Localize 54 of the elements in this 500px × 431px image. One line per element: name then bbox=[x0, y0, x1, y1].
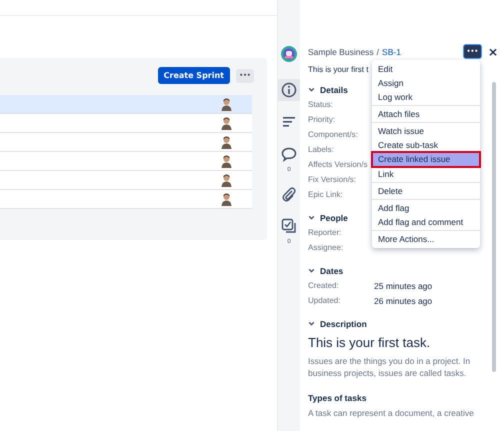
chevron-icon[interactable] bbox=[308, 86, 315, 93]
description-subheading: Types of tasks bbox=[308, 393, 368, 403]
avatar-icon bbox=[221, 174, 232, 186]
field-label: Priority: bbox=[308, 115, 336, 124]
menu-item[interactable]: Watch issue bbox=[372, 124, 480, 138]
close-button[interactable]: × bbox=[486, 46, 500, 58]
create-sprint-button[interactable]: Create Sprint bbox=[158, 67, 230, 84]
field-label: Status: bbox=[308, 100, 334, 109]
comment-icon[interactable] bbox=[281, 146, 297, 162]
field-value: 26 minutes ago bbox=[374, 296, 432, 306]
chevron-icon[interactable] bbox=[308, 214, 315, 221]
description-heading: This is your first task. bbox=[308, 335, 432, 350]
description-text: A task can represent a document, a creative bbox=[308, 408, 475, 418]
menu-item[interactable]: Link bbox=[372, 167, 480, 181]
section-title[interactable]: People bbox=[320, 212, 348, 222]
section-title[interactable]: Dates bbox=[320, 266, 344, 276]
checkbox-stack-icon[interactable] bbox=[281, 218, 297, 234]
menu-item[interactable]: Add flag bbox=[372, 201, 480, 215]
project-avatar-icon[interactable] bbox=[281, 46, 297, 62]
menu-item[interactable]: Edit bbox=[372, 62, 480, 76]
menu-item[interactable]: Delete bbox=[372, 184, 480, 198]
issue-key-link[interactable]: SB-1 bbox=[382, 46, 401, 56]
field-label: Component/s: bbox=[308, 130, 359, 139]
field-label: Reporter: bbox=[308, 228, 342, 237]
avatar-icon bbox=[221, 192, 232, 206]
menu-item[interactable]: Log work bbox=[372, 90, 480, 104]
menu-item[interactable]: Create linked issue bbox=[372, 152, 480, 167]
field-label: Fix Version/s: bbox=[308, 175, 358, 184]
menu-item[interactable]: Attach files bbox=[372, 107, 480, 121]
avatar-icon bbox=[221, 136, 232, 148]
menu-item[interactable]: Create sub-task bbox=[372, 138, 480, 152]
field-label: Created: bbox=[308, 281, 340, 290]
menu-item[interactable]: Add flag and comment bbox=[372, 215, 480, 229]
menu-item[interactable]: More Actions... bbox=[372, 232, 480, 246]
field-label: Labels: bbox=[308, 145, 335, 154]
scrollbar[interactable] bbox=[492, 82, 496, 372]
project-link[interactable]: Sample Business bbox=[308, 46, 374, 56]
avatar-icon bbox=[221, 154, 232, 168]
field-value: 25 minutes ago bbox=[374, 280, 432, 290]
field-label: Affects Version/s bbox=[308, 160, 368, 169]
paperclip-icon[interactable] bbox=[281, 186, 297, 202]
field-label: Assignee: bbox=[308, 243, 344, 252]
section-title[interactable]: Description bbox=[320, 318, 367, 328]
field-label: Updated: bbox=[308, 296, 342, 305]
breadcrumb-separator: / bbox=[376, 46, 380, 56]
avatar-icon bbox=[221, 116, 232, 130]
avatar-icon bbox=[221, 98, 232, 110]
chevron-icon[interactable] bbox=[308, 320, 315, 327]
section-title[interactable]: Details bbox=[320, 84, 348, 94]
chevron-icon[interactable] bbox=[308, 267, 315, 274]
menu-item[interactable]: Assign bbox=[372, 76, 480, 90]
issue-summary: This is your first t bbox=[308, 65, 368, 74]
field-label: Epic Link: bbox=[308, 190, 344, 199]
description-text: Issues are the things you do in a project. In business projects, issues are called tasks. bbox=[308, 355, 472, 379]
